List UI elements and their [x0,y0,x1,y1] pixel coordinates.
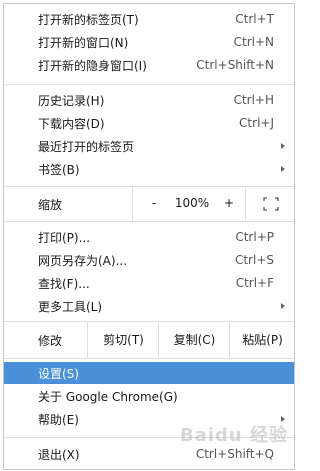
menu-item-label: 查找(F)... [38,276,90,291]
menu-item-label: 打开新的窗口(N) [38,35,129,50]
menu-item-label: 书签(B) [38,162,80,177]
menu-item-about-chrome[interactable]: 关于 Google Chrome(G) [4,385,294,407]
menu-item-history[interactable]: 历史记录(H) Ctrl+H [4,89,294,111]
zoom-row: 缩放 - 100% + [4,187,294,221]
menu-item-find[interactable]: 查找(F)... Ctrl+F [4,272,294,294]
chrome-main-menu: 打开新的标签页(T) Ctrl+T 打开新的窗口(N) Ctrl+N 打开新的隐… [3,3,295,470]
menu-item-label: 打开新的标签页(T) [38,12,139,27]
menu-divider [4,84,294,85]
menu-item-shortcut: Ctrl+S [234,253,274,267]
menu-item-shortcut: Ctrl+Shift+Q [195,447,274,461]
menu-item-bookmarks[interactable]: 书签(B) [4,158,294,180]
zoom-controls: - 100% + [132,187,294,221]
menu-item-label: 最近打开的标签页 [38,139,135,154]
menu-item-more-tools[interactable]: 更多工具(L) [4,295,294,317]
menu-item-label: 下载内容(D) [38,116,105,131]
cut-button[interactable]: 剪切(T) [87,321,159,358]
menu-item-new-tab[interactable]: 打开新的标签页(T) Ctrl+T [4,8,294,30]
fullscreen-icon[interactable] [263,197,279,211]
zoom-divider [245,187,246,221]
menu-item-new-incognito-window[interactable]: 打开新的隐身窗口(I) Ctrl+Shift+N [4,54,294,76]
menu-item-shortcut: Ctrl+J [239,116,274,130]
menu-item-label: 历史记录(H) [38,93,105,108]
paste-button[interactable]: 粘贴(P) [229,321,295,358]
baidu-watermark: Baidu 经验 [179,425,288,446]
menu-item-label: 关于 Google Chrome(G) [38,389,178,404]
menu-item-label: 打开新的隐身窗口(I) [38,58,147,73]
edit-row: 修改 剪切(T) 复制(C) 粘贴(P) [4,321,294,358]
menu-item-shortcut: Ctrl+H [233,93,274,107]
menu-item-print[interactable]: 打印(P)... Ctrl+P [4,226,294,248]
zoom-out-button[interactable]: - [147,196,161,210]
menu-item-shortcut: Ctrl+P [235,230,274,244]
menu-item-shortcut: Ctrl+T [235,12,274,26]
menu-item-new-window[interactable]: 打开新的窗口(N) Ctrl+N [4,31,294,53]
zoom-level: 100% [174,196,210,210]
zoom-in-button[interactable]: + [222,196,236,210]
menu-item-label: 打印(P)... [38,230,91,245]
menu-item-recent-tabs[interactable]: 最近打开的标签页 [4,135,294,157]
menu-item-label: 设置(S) [38,366,79,381]
menu-item-label: 退出(X) [38,447,80,462]
menu-item-shortcut: Ctrl+N [233,35,274,49]
menu-item-label: 帮助(E) [38,412,79,427]
menu-item-settings[interactable]: 设置(S) [4,362,294,384]
menu-divider [4,358,294,359]
edit-label: 修改 [38,334,63,348]
zoom-label: 缩放 [38,198,63,212]
menu-item-shortcut: Ctrl+F [235,276,274,290]
copy-button[interactable]: 复制(C) [158,321,230,358]
menu-divider [4,221,294,222]
submenu-arrow-icon [281,295,289,317]
menu-item-downloads[interactable]: 下载内容(D) Ctrl+J [4,112,294,134]
menu-item-label: 网页另存为(A)... [38,253,128,268]
submenu-arrow-icon [281,135,289,157]
menu-item-shortcut: Ctrl+Shift+N [196,58,274,72]
menu-item-save-page-as[interactable]: 网页另存为(A)... Ctrl+S [4,249,294,271]
menu-item-label: 更多工具(L) [38,299,103,314]
submenu-arrow-icon [281,158,289,180]
